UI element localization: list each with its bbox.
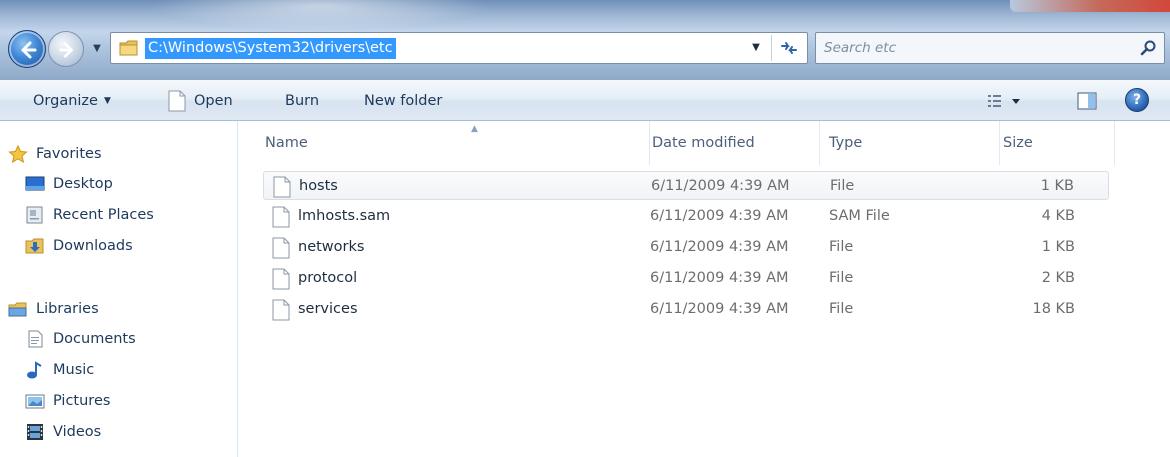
burn-button[interactable]: Burn <box>285 90 319 112</box>
arrow-right-icon <box>59 42 73 58</box>
file-list: Name ▲ Date modified Type Size hosts 6/1… <box>239 121 1170 457</box>
star-icon <box>8 145 28 163</box>
file-icon <box>272 206 290 228</box>
file-size: 4 KB <box>1041 208 1075 224</box>
forward-button[interactable] <box>48 31 84 67</box>
details-view-icon <box>988 95 1020 107</box>
column-header-type[interactable]: Type <box>820 121 1000 165</box>
nav-libraries-label: Libraries <box>36 301 99 317</box>
organize-label: Organize <box>33 93 98 109</box>
organize-button[interactable]: Organize ▼ <box>33 90 111 112</box>
nav-favorites-label: Favorites <box>36 146 102 162</box>
file-size: 2 KB <box>1041 270 1075 286</box>
file-size: 1 KB <box>1040 178 1074 194</box>
file-row-protocol[interactable]: protocol 6/11/2009 4:39 AM File 2 KB <box>263 264 1109 293</box>
nav-documents-label: Documents <box>53 331 136 347</box>
change-view-button[interactable] <box>985 89 1027 113</box>
file-type: File <box>829 301 854 317</box>
file-name: hosts <box>299 178 338 194</box>
refresh-button[interactable] <box>771 35 805 61</box>
file-row-hosts[interactable]: hosts 6/11/2009 4:39 AM File 1 KB <box>263 171 1109 200</box>
refresh-icon <box>781 42 797 54</box>
file-row-lmhosts[interactable]: lmhosts.sam 6/11/2009 4:39 AM SAM File 4… <box>263 202 1109 231</box>
file-date: 6/11/2009 4:39 AM <box>650 208 789 224</box>
downloads-icon <box>25 238 44 254</box>
file-type: File <box>829 270 854 286</box>
file-type: File <box>829 239 854 255</box>
help-button[interactable]: ? <box>1125 88 1149 112</box>
search-box[interactable] <box>815 32 1165 64</box>
open-button[interactable]: Open <box>168 90 233 112</box>
address-bar-region: ▼ C:\Windows\System32\drivers\etc ▼ <box>0 0 1170 80</box>
file-name: services <box>298 301 358 317</box>
nav-music-label: Music <box>53 362 95 378</box>
search-icon[interactable] <box>1140 39 1158 57</box>
command-bar: Organize ▼ Open Burn New folder ? <box>0 80 1170 121</box>
folder-icon <box>119 40 138 56</box>
nav-videos-label: Videos <box>53 424 102 440</box>
column-header-name-label: Name <box>265 135 308 151</box>
file-icon <box>272 268 290 290</box>
address-path[interactable]: C:\Windows\System32\drivers\etc <box>145 38 396 59</box>
file-size: 1 KB <box>1041 239 1075 255</box>
desktop-icon <box>25 176 45 191</box>
arrow-left-icon <box>21 41 37 59</box>
recent-places-icon <box>26 206 43 224</box>
nav-desktop-label: Desktop <box>53 176 113 192</box>
column-header-name[interactable]: Name ▲ <box>265 121 650 165</box>
file-date: 6/11/2009 4:39 AM <box>650 301 789 317</box>
file-icon <box>273 176 291 198</box>
file-icon <box>272 299 290 321</box>
file-type: File <box>830 178 855 194</box>
sort-ascending-icon: ▲ <box>471 124 478 134</box>
file-name: lmhosts.sam <box>298 208 391 224</box>
preview-pane-icon <box>1077 92 1097 110</box>
chevron-down-icon: ▼ <box>103 96 111 106</box>
navigation-pane: Favorites Desktop Recent Places Download… <box>0 121 238 457</box>
chevron-down-icon <box>1012 99 1020 104</box>
file-size: 18 KB <box>1032 301 1075 317</box>
address-dropdown-button[interactable]: ▼ <box>749 41 763 55</box>
file-date: 6/11/2009 4:39 AM <box>650 270 789 286</box>
file-icon <box>272 237 290 259</box>
nav-pictures-label: Pictures <box>53 393 111 409</box>
file-date: 6/11/2009 4:39 AM <box>651 178 790 194</box>
nav-recent-places-label: Recent Places <box>53 207 154 223</box>
column-header-date[interactable]: Date modified <box>650 121 820 165</box>
file-row-services[interactable]: services 6/11/2009 4:39 AM File 18 KB <box>263 295 1109 324</box>
file-name: networks <box>298 239 365 255</box>
file-date: 6/11/2009 4:39 AM <box>650 239 789 255</box>
preview-pane-button[interactable] <box>1075 89 1099 113</box>
file-name: protocol <box>298 270 358 286</box>
nav-downloads-label: Downloads <box>53 238 133 254</box>
recent-pages-dropdown[interactable]: ▼ <box>90 42 104 56</box>
search-input[interactable] <box>824 37 1124 59</box>
videos-icon <box>27 424 43 440</box>
window-controls[interactable] <box>1010 0 1170 12</box>
pictures-icon <box>25 394 45 409</box>
new-folder-button[interactable]: New folder <box>364 90 442 112</box>
open-label: Open <box>194 93 233 109</box>
back-button[interactable] <box>8 30 46 68</box>
file-row-networks[interactable]: networks 6/11/2009 4:39 AM File 1 KB <box>263 233 1109 262</box>
documents-icon <box>28 330 43 348</box>
file-type: SAM File <box>829 208 890 224</box>
libraries-icon <box>8 302 27 317</box>
music-icon <box>27 361 42 379</box>
document-icon <box>168 90 186 112</box>
address-field[interactable]: C:\Windows\System32\drivers\etc ▼ <box>110 32 808 64</box>
column-header-size[interactable]: Size <box>1000 121 1115 165</box>
